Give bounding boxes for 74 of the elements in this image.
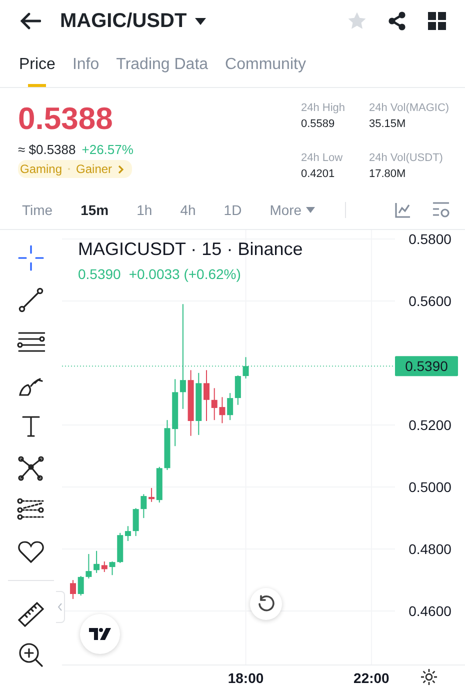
interval-tab[interactable]: 4h [180, 202, 196, 218]
tab[interactable]: Info [72, 42, 100, 87]
last-price: 0.5388 [18, 100, 114, 138]
logo-icon [89, 628, 111, 640]
ref-line-label: 0.5390 [405, 358, 448, 374]
interval-tab[interactable]: 1D [224, 202, 242, 218]
interval-tab[interactable]: 15m [80, 202, 109, 218]
stat-value: 0.5589 [301, 118, 336, 130]
axis-label: 0.5000 [408, 479, 452, 496]
stat-label: 24h Low [301, 152, 344, 164]
candle [188, 370, 194, 436]
candle [78, 576, 84, 596]
tab[interactable]: Trading Data [116, 42, 208, 87]
candle [132, 508, 139, 537]
pair-selector[interactable]: MAGIC/USDT [60, 10, 206, 32]
candle [204, 370, 210, 422]
collapse-handle[interactable] [56, 591, 65, 623]
trend-line-tool-button[interactable] [17, 286, 45, 314]
grid-icon [428, 12, 446, 30]
ruler-tool-button[interactable] [17, 599, 45, 627]
last-price-label: 0.5390 [395, 356, 458, 376]
share-icon [387, 11, 407, 31]
stat-label: 24h High [301, 102, 346, 114]
stat-value: 17.80M [369, 168, 407, 180]
chevron-icon [118, 164, 124, 174]
axis-label: 0.5200 [408, 417, 452, 434]
axis-label: 18:00 [228, 670, 264, 686]
tab[interactable]: Community [225, 42, 306, 87]
caret-icon [306, 206, 315, 212]
fiat-price: ≈ $0.5388 [18, 142, 76, 157]
interval-tab[interactable]: Time [22, 202, 53, 218]
settings-icon [432, 200, 450, 218]
grid-menu-button[interactable] [425, 9, 449, 33]
crosshair-tool-button[interactable] [17, 244, 45, 272]
axis-label: 0.5800 [408, 231, 452, 247]
star-icon [347, 11, 367, 31]
tab[interactable]: Price [19, 42, 56, 87]
more-dropdown[interactable]: More [270, 202, 315, 218]
tag-label: Gaming [20, 162, 62, 176]
zoom-tool-button[interactable] [17, 641, 45, 669]
stat-label: 24h Vol(USDT) [369, 152, 444, 164]
legend-price: 0.5390 [78, 266, 121, 282]
interval-tab[interactable]: 1h [136, 202, 152, 218]
settings-icon [420, 668, 438, 686]
axis-label: 0.5600 [408, 293, 452, 309]
chart-title: MAGICUSDT · 15 · Binance [78, 239, 303, 260]
logo-button[interactable] [80, 614, 120, 654]
candle [219, 396, 226, 424]
pattern-tool-button[interactable] [17, 454, 45, 482]
candle [109, 560, 116, 576]
candle [211, 388, 218, 421]
caret-icon [194, 18, 206, 24]
reset-icon [257, 595, 275, 613]
price-change: +26.57% [82, 142, 134, 157]
candle [164, 420, 170, 470]
candle [196, 372, 202, 436]
back-arrow-icon [19, 12, 41, 30]
candle [70, 580, 76, 600]
stat-value: 35.15M [369, 118, 407, 130]
legend-change: +0.0033 (+0.62%) [128, 266, 241, 282]
reset-button[interactable] [250, 588, 282, 620]
tag-label: Gainer [76, 162, 112, 176]
candle [242, 356, 249, 380]
axis-label: 22:00 [354, 670, 390, 686]
stat-label: 24h Vol(MAGIC) [369, 102, 450, 114]
tag-pill[interactable]: Gaming Gainer [18, 160, 132, 178]
chart-line-icon [395, 202, 411, 218]
stat-value: 0.4201 [301, 168, 336, 180]
candle [86, 554, 92, 579]
settings-button[interactable] [420, 668, 438, 686]
axis-label: 0.4600 [408, 603, 452, 620]
axis-label: 0.4800 [408, 541, 452, 558]
candle [140, 494, 147, 519]
heart-tool-button[interactable] [17, 538, 45, 566]
